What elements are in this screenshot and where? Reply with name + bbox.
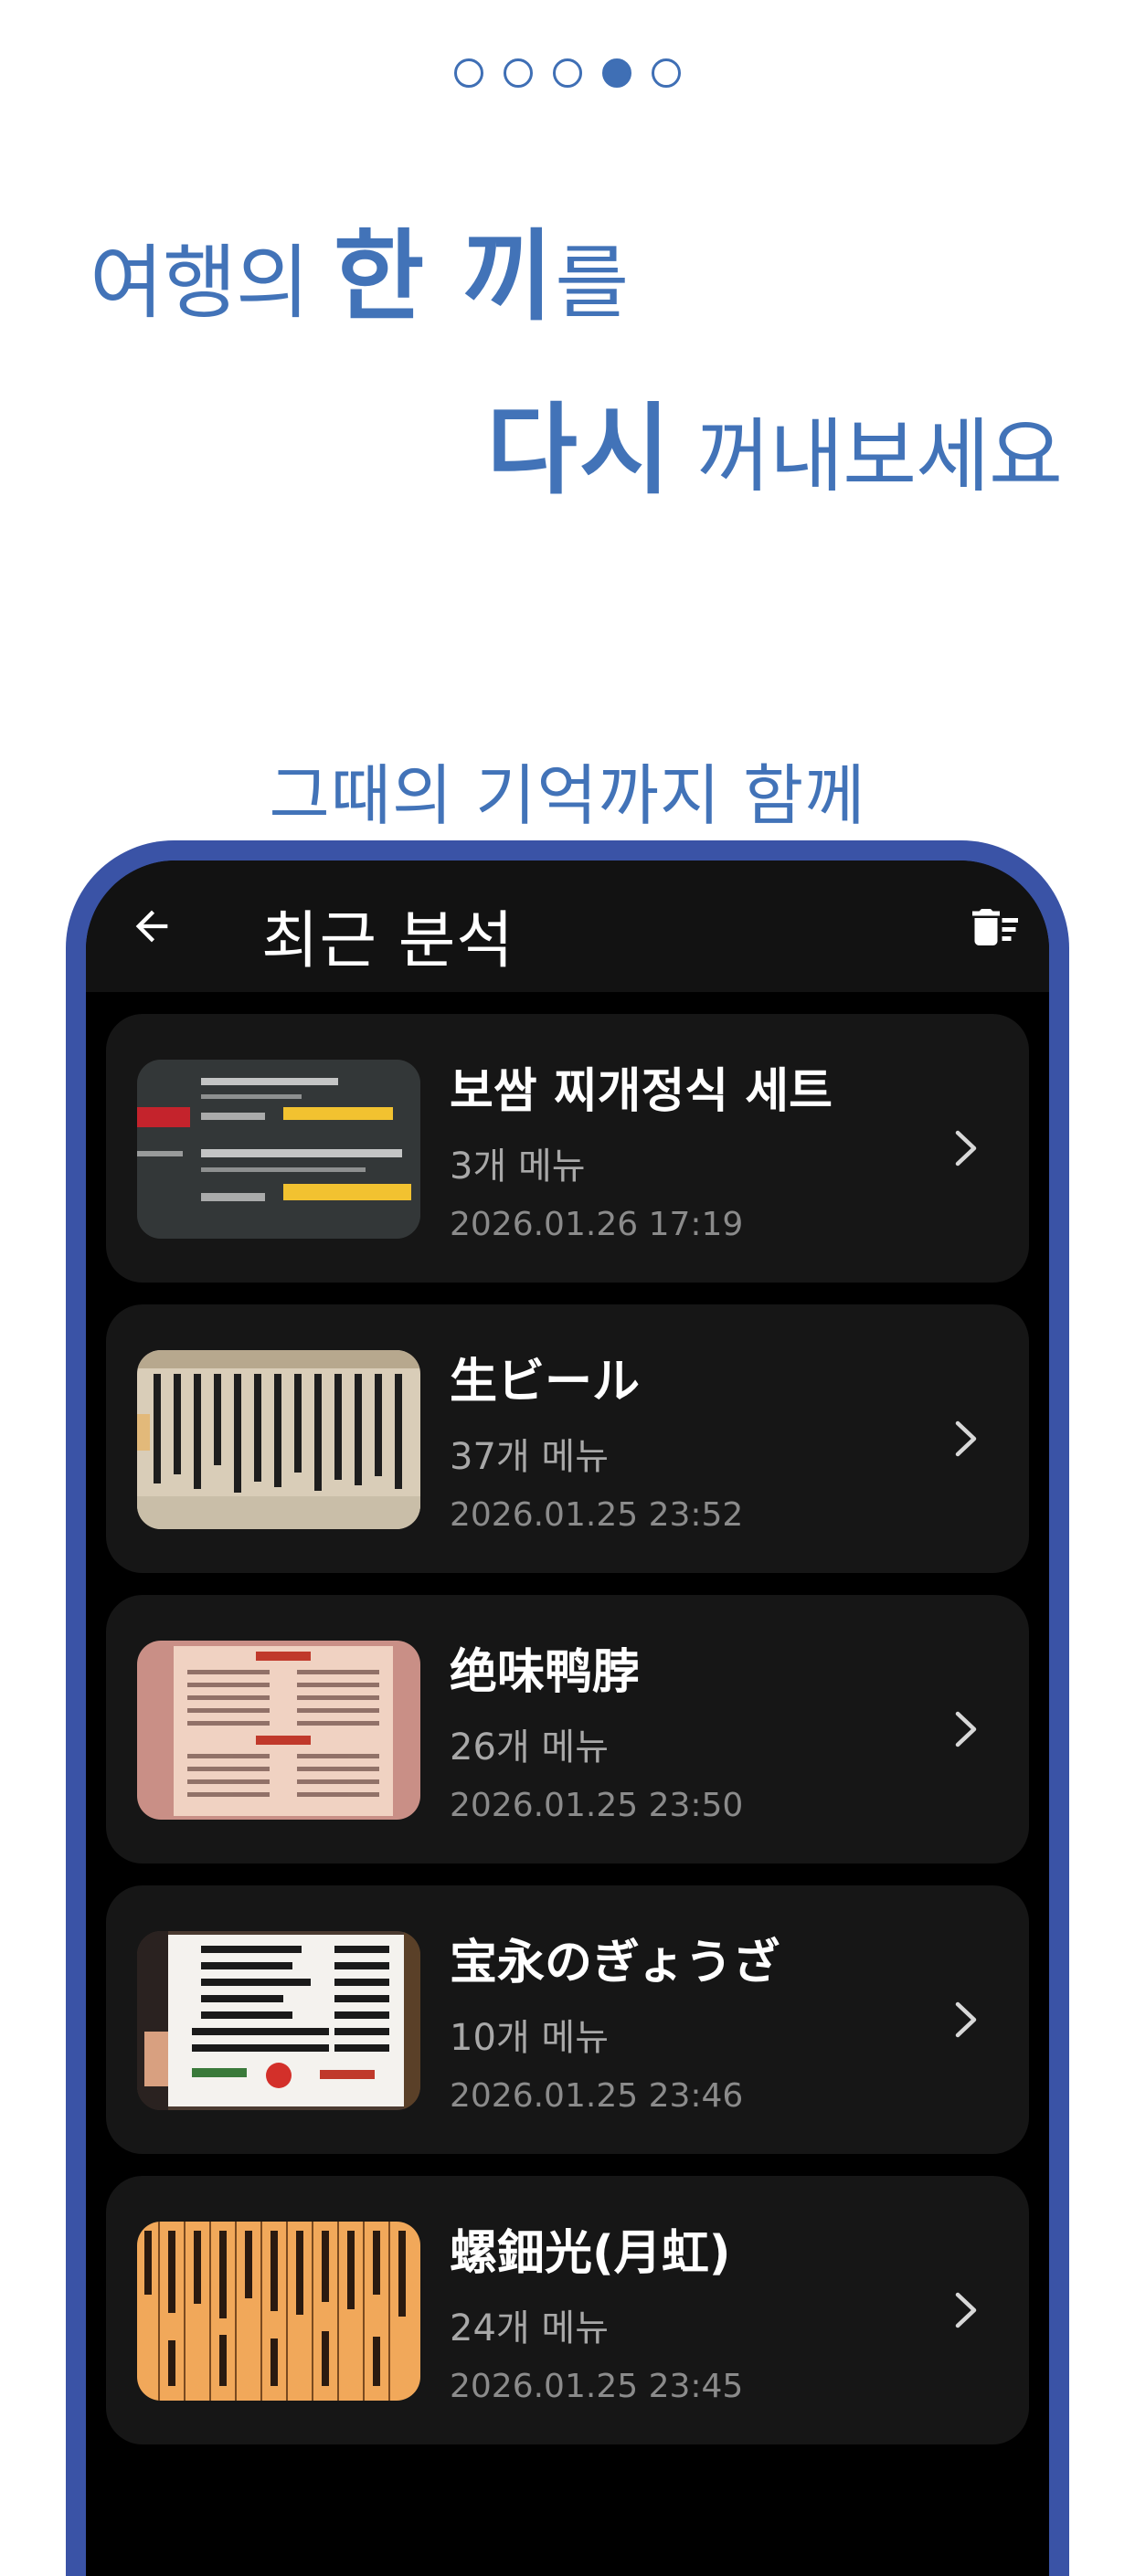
phone-screen: 최근 분석 보쌈 찌개정식 세트 3개 메뉴 2026.01.26 17:19 … bbox=[86, 860, 1049, 2576]
list-item[interactable]: 보쌈 찌개정식 세트 3개 메뉴 2026.01.26 17:19 bbox=[106, 1014, 1029, 1283]
menu-photo-thumbnail bbox=[137, 2222, 420, 2401]
phone-frame: 최근 분석 보쌈 찌개정식 세트 3개 메뉴 2026.01.26 17:19 … bbox=[66, 840, 1069, 2576]
app-bar: 최근 분석 bbox=[86, 860, 1049, 992]
item-date: 2026.01.26 17:19 bbox=[450, 1206, 744, 1243]
chevron-right-icon bbox=[955, 1711, 977, 1747]
page-dot[interactable] bbox=[553, 58, 582, 88]
page-dot[interactable] bbox=[454, 58, 483, 88]
page-indicator bbox=[0, 58, 1135, 88]
item-title: 生ビール bbox=[450, 1355, 641, 1409]
item-menu-count: 26개 메뉴 bbox=[450, 1726, 610, 1768]
headline-text: 를 bbox=[555, 236, 629, 330]
item-title: 宝永のぎょうざ bbox=[450, 1936, 780, 1990]
item-date: 2026.01.25 23:50 bbox=[450, 1787, 744, 1824]
menu-photo-thumbnail bbox=[137, 1060, 420, 1239]
chevron-right-icon bbox=[955, 2292, 977, 2328]
delete-sweep-icon bbox=[972, 909, 1018, 945]
subheadline: 그때의 기억까지 함께 bbox=[269, 757, 866, 834]
page-dot[interactable] bbox=[652, 58, 681, 88]
app-title: 최근 분석 bbox=[261, 905, 514, 977]
list-item[interactable]: 绝味鸭脖 26개 메뉴 2026.01.25 23:50 bbox=[106, 1595, 1029, 1863]
back-button[interactable] bbox=[122, 897, 181, 955]
item-title: 보쌈 찌개정식 세트 bbox=[450, 1064, 833, 1119]
headline-emphasis: 다시 bbox=[486, 394, 673, 508]
chevron-right-icon bbox=[955, 1420, 977, 1457]
menu-photo-thumbnail bbox=[137, 1641, 420, 1820]
page-dot-active[interactable] bbox=[602, 58, 631, 88]
item-menu-count: 10개 메뉴 bbox=[450, 2017, 610, 2059]
item-menu-count: 3개 메뉴 bbox=[450, 1145, 586, 1188]
item-date: 2026.01.25 23:46 bbox=[450, 2077, 744, 2115]
headline-text: 꺼내보세요 bbox=[672, 409, 1063, 503]
chevron-right-icon bbox=[955, 1130, 977, 1167]
list-item[interactable]: 螺鈿光(月虹) 24개 메뉴 2026.01.25 23:45 bbox=[106, 2176, 1029, 2444]
menu-photo-thumbnail bbox=[137, 1931, 420, 2110]
item-title: 绝味鸭脖 bbox=[450, 1645, 641, 1700]
list-item[interactable]: 生ビール 37개 메뉴 2026.01.25 23:52 bbox=[106, 1304, 1029, 1573]
page-dot[interactable] bbox=[504, 58, 533, 88]
headline-line-2: 다시 꺼내보세요 bbox=[486, 402, 1063, 503]
item-date: 2026.01.25 23:45 bbox=[450, 2368, 744, 2405]
headline-emphasis: 한 끼 bbox=[333, 220, 556, 334]
item-date: 2026.01.25 23:52 bbox=[450, 1496, 744, 1534]
delete-all-button[interactable] bbox=[965, 897, 1025, 957]
item-title: 螺鈿光(月虹) bbox=[450, 2226, 731, 2281]
arrow-left-icon bbox=[135, 910, 168, 943]
list-item[interactable]: 宝永のぎょうざ 10개 메뉴 2026.01.25 23:46 bbox=[106, 1885, 1029, 2154]
chevron-right-icon bbox=[955, 2001, 977, 2038]
item-menu-count: 37개 메뉴 bbox=[450, 1436, 610, 1478]
recent-analysis-list: 보쌈 찌개정식 세트 3개 메뉴 2026.01.26 17:19 生ビール 3… bbox=[106, 1014, 1029, 2466]
menu-photo-thumbnail bbox=[137, 1350, 420, 1529]
headline-text: 여행의 bbox=[90, 236, 334, 330]
item-menu-count: 24개 메뉴 bbox=[450, 2307, 610, 2349]
headline-line-1: 여행의 한 끼를 bbox=[90, 228, 629, 330]
